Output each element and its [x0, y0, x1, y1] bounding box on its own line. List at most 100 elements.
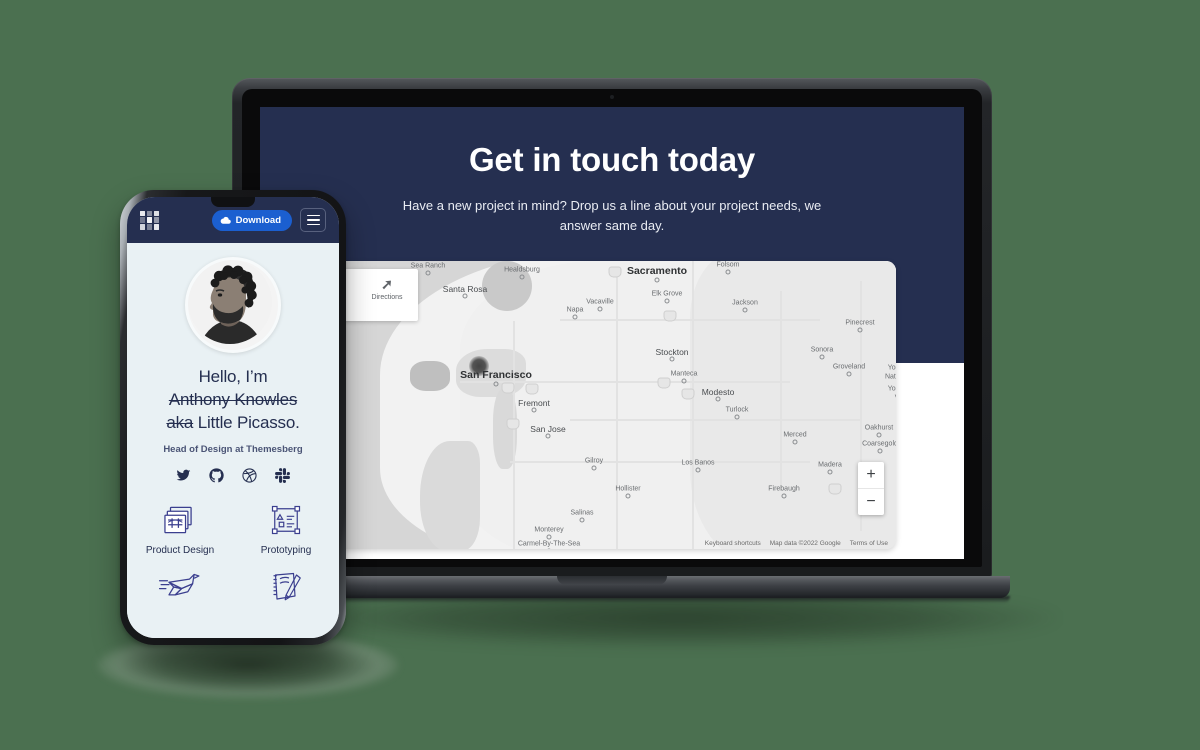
- map-attribution: Keyboard shortcuts Map data ©2022 Google…: [705, 540, 888, 547]
- map-label: Gilroy: [584, 457, 604, 465]
- map-label: Sonora: [810, 346, 834, 354]
- directions-label: Directions: [371, 294, 403, 301]
- map-place-dot: [546, 548, 552, 549]
- map-label: Sacramento: [626, 265, 688, 277]
- zoom-in-button[interactable]: +: [858, 462, 884, 489]
- keyboard-shortcuts-link[interactable]: Keyboard shortcuts: [705, 540, 761, 547]
- map-label: Salinas: [570, 509, 594, 517]
- map-label: Monterey: [534, 526, 564, 534]
- greeting-heading: Hello, I’m Anthony Knowles aka Little Pi…: [127, 366, 339, 435]
- map-zoom-controls[interactable]: + −: [858, 462, 884, 515]
- phone-notch: [211, 197, 255, 207]
- service-notebook[interactable]: [233, 566, 339, 612]
- map-label: Santa Rosa: [442, 284, 488, 294]
- hamburger-menu-icon[interactable]: [300, 208, 326, 232]
- map-place-dot: [493, 381, 499, 387]
- dribbble-icon[interactable]: [242, 468, 257, 483]
- zoom-out-button[interactable]: −: [858, 489, 884, 515]
- service-prototyping[interactable]: Prototyping: [233, 499, 339, 556]
- map-label: Manteca: [670, 370, 698, 378]
- laptop-camera-icon: [610, 95, 614, 99]
- map-label: Merced: [783, 431, 807, 439]
- map-label: Madera: [818, 461, 842, 469]
- map-place-dot: [531, 407, 537, 413]
- map-place-dot: [579, 517, 585, 523]
- hero-subtitle: Have a new project in mind? Drop us a li…: [402, 197, 822, 234]
- laptop-lid: Get in touch today Have a new project in…: [232, 78, 992, 578]
- notebook-pen-icon: [233, 566, 339, 608]
- map-place-dot: [715, 396, 721, 402]
- greeting-line1: Hello, I’m: [198, 367, 268, 386]
- map-place-dot: [695, 467, 701, 473]
- map-place-dot: [462, 293, 468, 299]
- highway-shield-icon: [525, 383, 539, 395]
- phone-mockup: Download Hello, I’m Anthony Knowles aka …: [120, 190, 346, 645]
- map-place-dot: [792, 439, 798, 445]
- map-data-text: Map data ©2022 Google: [769, 540, 841, 547]
- service-label: Prototyping: [260, 544, 312, 556]
- page-title: Get in touch today: [468, 141, 756, 178]
- map-place-dot: [654, 277, 660, 283]
- highway-shield-icon: [608, 266, 622, 278]
- directions-fork-icon: ➚: [381, 276, 393, 292]
- map-place-dot: [742, 307, 748, 313]
- map-label: Valley: [895, 395, 896, 402]
- map-label: Napa: [566, 306, 584, 314]
- map-label: Firebaugh: [768, 485, 800, 493]
- download-label: Download: [235, 214, 281, 226]
- map-label: Elk Grove: [651, 290, 683, 298]
- themesberg-grid-logo[interactable]: [140, 210, 159, 230]
- map-place-dot: [734, 414, 740, 420]
- cloud-download-icon: [220, 216, 231, 224]
- download-button[interactable]: Download: [211, 209, 292, 231]
- map-place-dot: [425, 270, 431, 276]
- role-subtitle: Head of Design at Themesberg: [163, 443, 303, 455]
- github-icon[interactable]: [209, 468, 224, 483]
- map-place-dot: [664, 298, 670, 304]
- map-place-dot: [857, 327, 863, 333]
- laptop-mockup: Get in touch today Have a new project in…: [214, 78, 1010, 598]
- map-place-dot: [546, 534, 552, 540]
- product-design-icon: [127, 499, 233, 541]
- map-label: Pinecrest: [845, 319, 875, 327]
- map-place-dot: [781, 493, 787, 499]
- map-label: Hollister: [615, 485, 641, 493]
- service-label: Product Design: [145, 544, 215, 556]
- map-label: Carmel-By-The-Sea: [517, 540, 581, 548]
- twitter-icon[interactable]: [176, 468, 191, 483]
- greeting-struck-aka: aka: [166, 412, 194, 432]
- map-place-dot: [625, 493, 631, 499]
- highway-shield-icon: [663, 310, 677, 322]
- highway-shield-icon: [681, 388, 695, 400]
- map-place-dot: [669, 356, 675, 362]
- map-label: San Francisco: [460, 369, 532, 381]
- terms-of-use-link[interactable]: Terms of Use: [850, 540, 888, 547]
- slack-icon[interactable]: [275, 467, 290, 483]
- map-label: Yosemite: [887, 385, 896, 393]
- laptop-screen: Get in touch today Have a new project in…: [260, 107, 964, 559]
- google-map-card[interactable]: Sea Ranch Healdsburg Sacramento Folsom Santa…: [260, 261, 896, 549]
- map-label: Jackson: [732, 299, 758, 307]
- greeting-struck-name: Anthony Knowles: [168, 389, 298, 409]
- map-label: Folsom: [716, 261, 740, 269]
- social-links: [127, 467, 339, 483]
- map-place-dot: [519, 274, 525, 280]
- map-label: National Park: [884, 373, 896, 381]
- directions-button[interactable]: ➚ Directions: [364, 277, 410, 301]
- laptop-bezel: Get in touch today Have a new project in…: [242, 89, 982, 567]
- phone-screen: Download Hello, I’m Anthony Knowles aka …: [127, 197, 339, 638]
- highway-shield-icon: [828, 483, 842, 495]
- highway-shield-icon: [657, 377, 671, 389]
- map-place-dot: [725, 269, 731, 275]
- laptop-trackpad-notch: [557, 576, 667, 585]
- map-label: Vacaville: [586, 298, 614, 306]
- map-label: Yosemite: [887, 364, 896, 372]
- map-label: Turlock: [725, 406, 749, 414]
- greeting-nickname: Little Picasso.: [197, 412, 300, 432]
- map-label: Groveland: [832, 363, 866, 371]
- avatar: [185, 257, 281, 353]
- highway-shield-icon: [501, 382, 515, 394]
- service-product-design[interactable]: Product Design: [127, 499, 233, 556]
- mockup-scene: Get in touch today Have a new project in…: [0, 0, 1200, 750]
- service-origami[interactable]: [127, 566, 233, 612]
